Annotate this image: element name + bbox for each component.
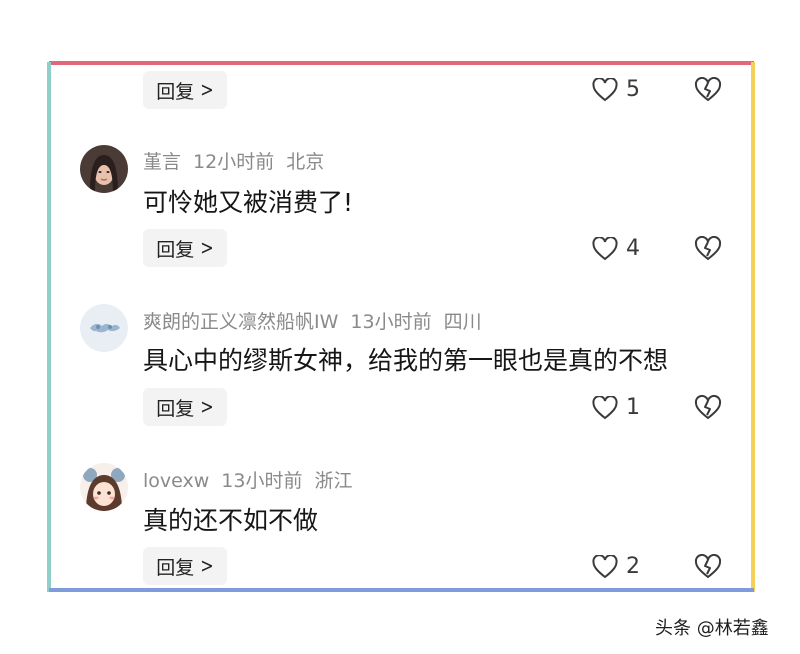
comment-text: 具心中的缪斯女神，给我的第一眼也是真的不想 — [143, 346, 669, 375]
comment-meta: lovexw 13小时前 浙江 — [143, 466, 365, 493]
comment-location: 北京 — [286, 151, 325, 173]
reply-label: 回复 — [156, 556, 195, 579]
like-count: 4 — [626, 236, 640, 261]
broken-heart-icon — [694, 394, 722, 420]
dislike-button[interactable] — [694, 76, 722, 107]
frame-top-border — [49, 61, 754, 65]
heart-outline-icon — [592, 236, 618, 260]
frame-bottom-border — [49, 588, 754, 592]
reply-button[interactable]: 回复 > — [143, 388, 227, 426]
heart-outline-icon — [592, 395, 618, 419]
comment-meta: 爽朗的正义凛然船帆IW 13小时前 四川 — [143, 307, 494, 334]
like-button[interactable]: 2 — [592, 554, 640, 579]
comment-time: 13小时前 — [350, 311, 432, 333]
heart-outline-icon — [592, 77, 618, 101]
frame-left-border — [47, 62, 51, 592]
like-button[interactable]: 4 — [592, 236, 640, 261]
comment-location: 四川 — [443, 311, 482, 333]
username[interactable]: 爽朗的正义凛然船帆IW — [143, 311, 338, 333]
chevron-right-icon: > — [200, 553, 214, 578]
broken-heart-icon — [694, 553, 722, 579]
reply-label: 回复 — [156, 238, 195, 261]
dislike-button[interactable] — [694, 235, 722, 266]
comment-text: 真的还不如不做 — [143, 506, 319, 535]
reply-button[interactable]: 回复 > — [143, 71, 227, 109]
heart-outline-icon — [592, 554, 618, 578]
comment-text: 可怜她又被消费了! — [143, 188, 354, 217]
dislike-button[interactable] — [694, 394, 722, 425]
username[interactable]: 堇言 — [143, 151, 181, 173]
comment-time: 13小时前 — [221, 470, 303, 492]
comment-location: 浙江 — [314, 470, 353, 492]
comment-meta: 堇言 12小时前 北京 — [143, 147, 336, 174]
username[interactable]: lovexw — [143, 470, 209, 492]
like-button[interactable]: 5 — [592, 77, 640, 102]
reply-button[interactable]: 回复 > — [143, 229, 227, 267]
comment-time: 12小时前 — [193, 151, 275, 173]
chevron-right-icon: > — [200, 77, 214, 102]
avatar[interactable] — [80, 304, 128, 352]
broken-heart-icon — [694, 76, 722, 102]
avatar[interactable] — [80, 145, 128, 193]
avatar[interactable] — [80, 463, 128, 511]
watermark: 头条 @林若鑫 — [655, 618, 769, 639]
reply-label: 回复 — [156, 397, 195, 420]
dislike-button[interactable] — [694, 553, 722, 584]
chevron-right-icon: > — [200, 394, 214, 419]
frame-right-border — [751, 62, 755, 592]
like-count: 2 — [626, 554, 640, 579]
chevron-right-icon: > — [200, 235, 214, 260]
reply-label: 回复 — [156, 80, 195, 103]
like-count: 5 — [626, 77, 640, 102]
reply-button[interactable]: 回复 > — [143, 547, 227, 585]
like-button[interactable]: 1 — [592, 395, 640, 420]
like-count: 1 — [626, 395, 640, 420]
broken-heart-icon — [694, 235, 722, 261]
